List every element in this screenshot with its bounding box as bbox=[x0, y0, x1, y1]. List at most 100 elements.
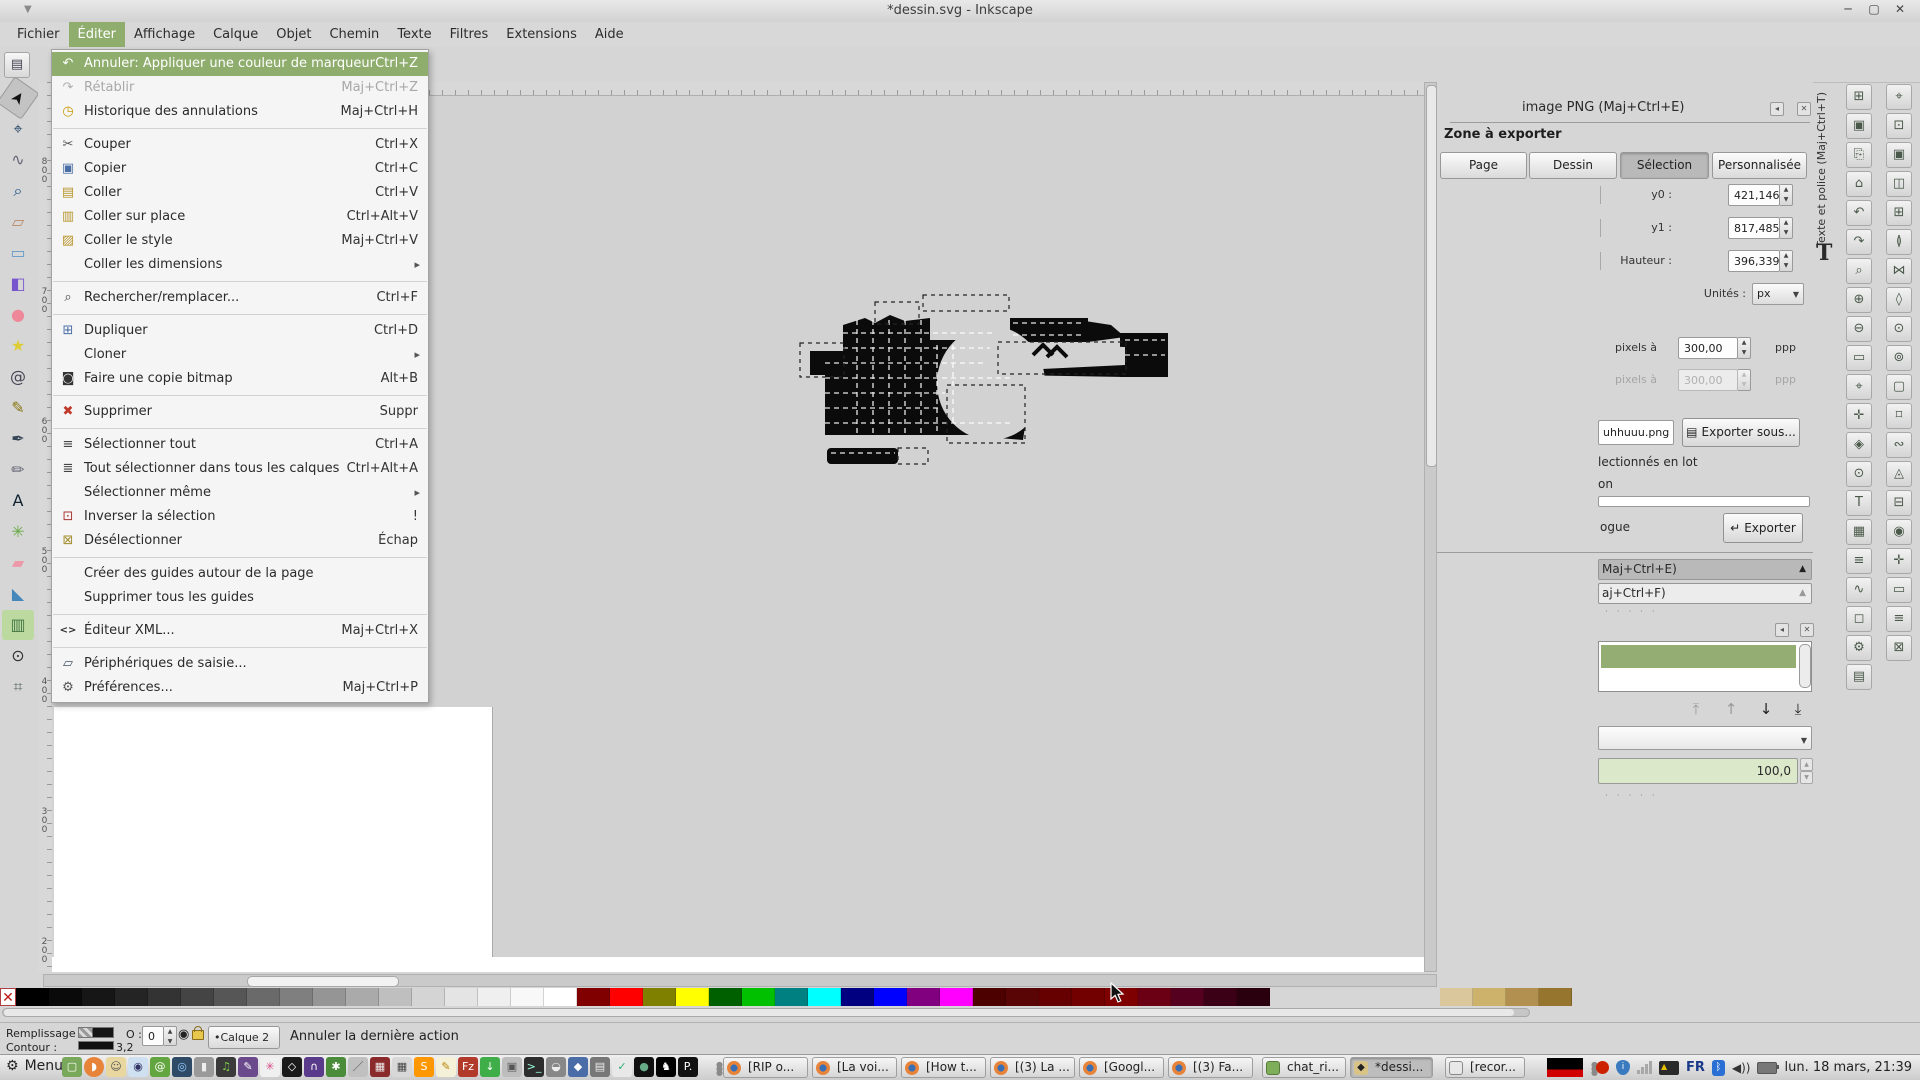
launcher-spiral[interactable]: @ bbox=[150, 1057, 170, 1077]
tweak-tool[interactable]: ∿ bbox=[2, 145, 34, 175]
color-swatch[interactable] bbox=[1539, 988, 1572, 1006]
edit-menu-item[interactable]: ▱Périphériques de saisie... bbox=[52, 652, 428, 676]
snap-strip-button[interactable]: ≬ bbox=[1886, 229, 1912, 255]
snap-strip-button[interactable]: ◊ bbox=[1886, 287, 1912, 313]
launcher-globe[interactable]: ◎ bbox=[172, 1057, 192, 1077]
launcher-files[interactable]: ▤ bbox=[590, 1057, 610, 1077]
snap-strip-button[interactable]: ⊚ bbox=[1886, 345, 1912, 371]
pencil-tool[interactable]: ✎ bbox=[2, 393, 34, 423]
snap-strip-button[interactable]: ⋈ bbox=[1886, 258, 1912, 284]
commands-strip-button[interactable]: ⊞ bbox=[1846, 84, 1872, 110]
color-swatch[interactable] bbox=[808, 988, 841, 1006]
y1-spinbox[interactable]: 817,485 bbox=[1728, 217, 1780, 239]
taskbar-window-active[interactable]: ◆*dessi... bbox=[1350, 1057, 1433, 1078]
current-layer-dropdown[interactable]: •Calque 2▼ bbox=[208, 1026, 280, 1049]
commands-strip-button[interactable]: ◈ bbox=[1846, 432, 1872, 458]
collapsed-dialog-fill-stroke[interactable]: aj+Ctrl+F)▲ bbox=[1598, 583, 1812, 604]
color-swatch[interactable] bbox=[115, 988, 148, 1006]
palette-scrollbar[interactable] bbox=[2, 1008, 1530, 1017]
launcher-blue-gem[interactable]: ◆ bbox=[568, 1057, 588, 1077]
filename-input[interactable] bbox=[1598, 420, 1674, 445]
opacity-spinbox[interactable]: 0 bbox=[142, 1026, 164, 1046]
export-area-drawing-button[interactable]: Dessin bbox=[1529, 152, 1617, 179]
selector-dialog-button[interactable]: ▤ bbox=[4, 52, 30, 78]
layers-close-icon[interactable]: ✕ bbox=[1800, 623, 1814, 637]
edit-menu-item[interactable]: ⌕Rechercher/remplacer...Ctrl+F bbox=[52, 286, 428, 310]
export-units-dropdown[interactable]: px▼ bbox=[1752, 283, 1804, 305]
launcher-calculator[interactable]: ▦ bbox=[392, 1057, 412, 1077]
dock-grip[interactable]: · · · · · bbox=[1605, 607, 1658, 617]
edit-menu-item[interactable]: ✖SupprimerSuppr bbox=[52, 400, 428, 424]
commands-strip-button[interactable]: ⌂ bbox=[1846, 171, 1872, 197]
height-field-spinbox[interactable]: 396,339 bbox=[1728, 250, 1780, 272]
color-swatch[interactable] bbox=[181, 988, 214, 1006]
color-swatch[interactable] bbox=[742, 988, 775, 1006]
commands-strip-button[interactable]: ⊙ bbox=[1846, 461, 1872, 487]
dock-collapse-icon[interactable]: ◂ bbox=[1770, 102, 1784, 116]
launcher-sublime[interactable]: S bbox=[414, 1057, 434, 1077]
snap-strip-button[interactable]: ◫ bbox=[1886, 171, 1912, 197]
color-swatch[interactable] bbox=[511, 988, 544, 1006]
snap-strip-button[interactable]: ▢ bbox=[1886, 374, 1912, 400]
maximize-button[interactable]: ▢ bbox=[1866, 2, 1882, 16]
commands-strip-button[interactable]: ✛ bbox=[1846, 403, 1872, 429]
edit-menu-item[interactable]: ◙Faire une copie bitmapAlt+B bbox=[52, 367, 428, 391]
taskbar-window-button[interactable]: [(3) La ... bbox=[990, 1057, 1075, 1078]
layer-raise-icon[interactable]: ↑ bbox=[1720, 699, 1742, 719]
commands-strip-button[interactable]: ∿ bbox=[1846, 577, 1872, 603]
color-swatch[interactable] bbox=[445, 988, 478, 1006]
text-tool[interactable]: A bbox=[2, 486, 34, 516]
commands-strip-button[interactable]: ▤ bbox=[1846, 664, 1872, 690]
launcher-pen[interactable]: ✎ bbox=[238, 1057, 258, 1077]
pen-tool[interactable]: ✒ bbox=[2, 424, 34, 454]
snap-strip-button[interactable]: ◬ bbox=[1886, 461, 1912, 487]
export-button[interactable]: ↵Exporter bbox=[1723, 513, 1803, 543]
color-swatch[interactable] bbox=[346, 988, 379, 1006]
commands-strip-button[interactable]: ◻ bbox=[1846, 606, 1872, 632]
edit-menu-item[interactable]: ⊡Inverser la sélection! bbox=[52, 505, 428, 529]
canvas-vertical-scrollbar[interactable] bbox=[1424, 82, 1437, 972]
export-area-page-button[interactable]: Page bbox=[1440, 152, 1527, 179]
menubar-item-filtres[interactable]: Filtres bbox=[441, 22, 498, 47]
node-tool[interactable]: ⌖ bbox=[2, 114, 34, 144]
stroke-swatch[interactable] bbox=[78, 1041, 114, 1050]
edit-menu-item[interactable]: Coller les dimensions▸ bbox=[52, 253, 428, 277]
dock-grip-2[interactable]: · · · · · bbox=[1605, 791, 1658, 801]
connector-tool[interactable]: ⌗ bbox=[2, 672, 34, 702]
edit-menu-item[interactable]: Sélectionner même▸ bbox=[52, 481, 428, 505]
commands-strip-button[interactable]: ⊖ bbox=[1846, 316, 1872, 342]
color-swatch[interactable] bbox=[940, 988, 973, 1006]
launcher-window[interactable]: ▢ bbox=[62, 1057, 82, 1077]
color-swatch[interactable] bbox=[544, 988, 577, 1006]
color-swatch[interactable] bbox=[379, 988, 412, 1006]
close-button[interactable]: ✕ bbox=[1892, 2, 1908, 16]
launcher-filezilla[interactable]: Fz bbox=[458, 1057, 478, 1077]
eraser-tool[interactable]: ▰ bbox=[2, 548, 34, 578]
layers-scrollbar[interactable] bbox=[1799, 644, 1811, 688]
taskbar-window-button[interactable]: [Googl... bbox=[1079, 1057, 1164, 1078]
dropper-tool[interactable]: ⊙ bbox=[2, 641, 34, 671]
recording-tray-icon[interactable] bbox=[1596, 1061, 1609, 1074]
color-swatch[interactable] bbox=[1237, 988, 1270, 1006]
launcher-music[interactable]: ♫ bbox=[216, 1057, 236, 1077]
fill-swatch[interactable] bbox=[78, 1027, 114, 1038]
layer-lower-icon[interactable]: ↓ bbox=[1755, 699, 1777, 719]
canvas-horizontal-scrollbar[interactable] bbox=[43, 974, 1437, 987]
dpi-spinbox[interactable]: 300,00 bbox=[1678, 337, 1738, 359]
color-swatch[interactable] bbox=[280, 988, 313, 1006]
snap-strip-button[interactable]: ⊡ bbox=[1886, 113, 1912, 139]
launcher-eye[interactable]: ◉ bbox=[128, 1057, 148, 1077]
collapsed-dialog-export[interactable]: Maj+Ctrl+E)▲ bbox=[1598, 559, 1812, 580]
color-swatch[interactable] bbox=[973, 988, 1006, 1006]
color-swatch[interactable] bbox=[841, 988, 874, 1006]
snap-strip-button[interactable]: ▭ bbox=[1886, 577, 1912, 603]
commands-strip-button[interactable]: ⊕ bbox=[1846, 287, 1872, 313]
layer-raise-top-icon[interactable]: ⤒ bbox=[1685, 699, 1707, 719]
launcher-p-dots[interactable]: P. bbox=[678, 1057, 698, 1077]
display-warning-tray-icon[interactable] bbox=[1659, 1061, 1679, 1075]
commands-strip-button[interactable]: ↶ bbox=[1846, 200, 1872, 226]
edit-menu-item[interactable]: ⊠DésélectionnerÉchap bbox=[52, 529, 428, 553]
menubar-item-fichier[interactable]: Fichier bbox=[8, 22, 69, 47]
color-swatch[interactable] bbox=[1506, 988, 1539, 1006]
export-area-custom-button[interactable]: Personnalisée bbox=[1712, 152, 1807, 179]
